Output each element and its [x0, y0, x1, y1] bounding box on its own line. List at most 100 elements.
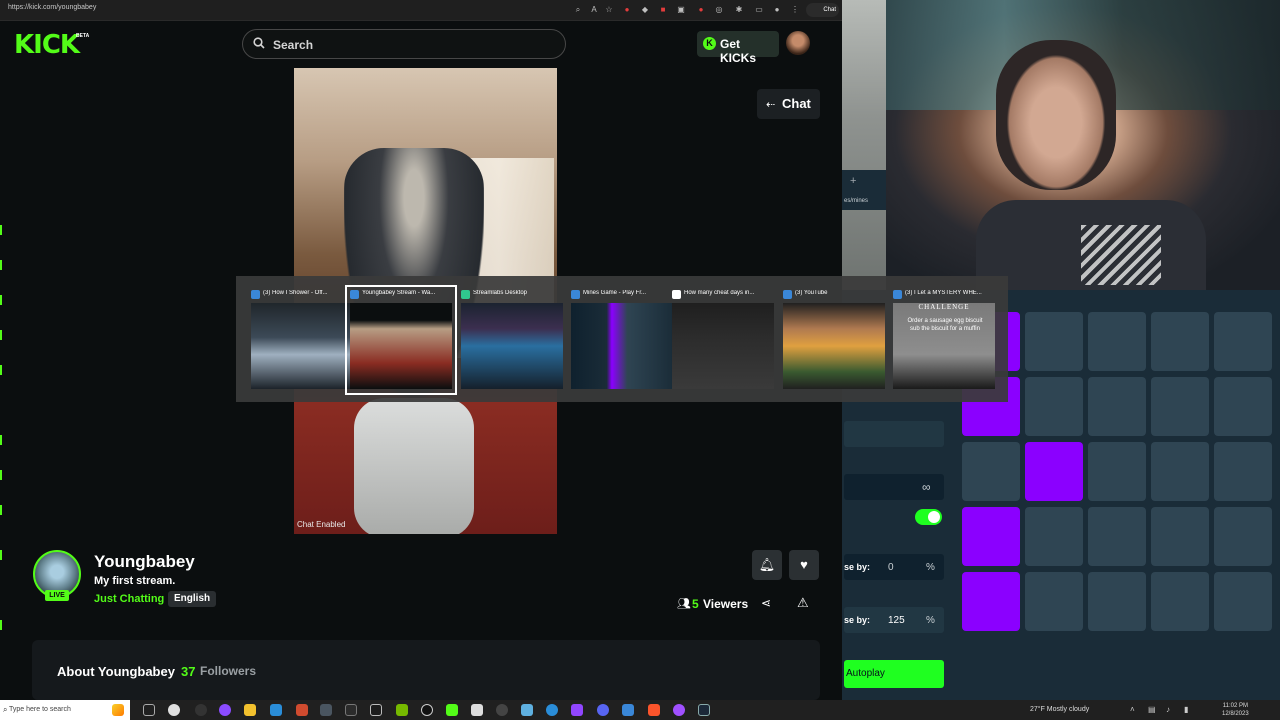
infinity-icon[interactable]: ∞	[922, 480, 931, 494]
app-icon[interactable]	[370, 704, 382, 716]
on-loss-field[interactable]: se by: 125 %	[844, 607, 944, 633]
followed-channel-indicator[interactable]	[0, 435, 2, 445]
notifications-button[interactable]: 🔔︎	[752, 550, 782, 580]
switcher-window-thumb[interactable]: Mines Game - Play Fr...	[568, 287, 676, 393]
followed-channel-indicator[interactable]	[0, 470, 2, 480]
mines-url-fragment[interactable]: es/mines	[844, 198, 868, 204]
nvidia-icon[interactable]	[396, 704, 408, 716]
file-explorer-icon[interactable]	[244, 704, 256, 716]
gem-tile[interactable]	[1025, 442, 1083, 501]
mines-tile[interactable]	[1088, 377, 1146, 436]
mines-tile[interactable]	[1025, 312, 1083, 371]
bet-amount-field[interactable]	[844, 421, 944, 447]
mines-tile[interactable]	[1088, 442, 1146, 501]
followed-channel-indicator[interactable]	[0, 620, 2, 630]
edge-icon[interactable]	[270, 704, 282, 716]
mines-tile[interactable]	[1214, 572, 1272, 631]
extensions-puzzle-icon[interactable]: ✱	[734, 5, 744, 15]
channel-name[interactable]: Youngbabey	[94, 552, 195, 572]
mines-tile[interactable]	[1151, 442, 1209, 501]
on-loss-value[interactable]: 125	[888, 615, 905, 626]
sidebar-icon[interactable]: ▭	[754, 5, 764, 15]
mines-tile[interactable]	[1151, 312, 1209, 371]
weather-widget[interactable]: 27°F Mostly cloudy	[1030, 706, 1089, 713]
followed-channel-indicator[interactable]	[0, 330, 2, 340]
taskbar-search[interactable]: ⌕ Type here to search	[0, 700, 130, 720]
get-kicks-button[interactable]: K Get KICKs	[697, 31, 779, 65]
brave-icon[interactable]	[648, 704, 660, 716]
translate-icon[interactable]: A	[589, 5, 599, 15]
address-bar[interactable]: https://kick.com/youngbabey ⌕ A ☆ ● ◆ ■ …	[0, 0, 842, 21]
followed-channel-indicator[interactable]	[0, 550, 2, 560]
app-icon[interactable]	[168, 704, 180, 716]
extension-icon[interactable]: ■	[658, 5, 668, 15]
app-icon[interactable]	[195, 704, 207, 716]
stop-on-profit-toggle[interactable]	[915, 509, 942, 525]
chrome-icon[interactable]	[546, 704, 558, 716]
mines-tile[interactable]	[1214, 377, 1272, 436]
autoplay-button[interactable]: Autoplay	[844, 660, 944, 688]
mines-tile[interactable]	[1151, 507, 1209, 566]
steam-icon[interactable]	[698, 704, 710, 716]
app-icon[interactable]	[345, 704, 357, 716]
mines-tile[interactable]	[1088, 507, 1146, 566]
app-icon[interactable]	[219, 704, 231, 716]
zoom-icon[interactable]: ⌕	[573, 5, 583, 15]
extension-icon[interactable]: ◆	[640, 5, 650, 15]
network-icon[interactable]: ▤	[1148, 705, 1156, 714]
app-icon[interactable]	[496, 704, 508, 716]
mines-tile[interactable]	[1151, 572, 1209, 631]
battery-icon[interactable]: ▮	[1184, 705, 1188, 714]
mines-tile[interactable]	[1151, 377, 1209, 436]
discord-icon[interactable]	[597, 704, 609, 716]
extension-icon[interactable]: ◎	[714, 5, 724, 15]
profile-icon[interactable]: ●	[772, 5, 782, 15]
app-icon[interactable]	[296, 704, 308, 716]
extension-icon[interactable]: ▣	[676, 5, 686, 15]
app-icon[interactable]	[521, 704, 533, 716]
mines-tile[interactable]	[1214, 312, 1272, 371]
bookmark-star-icon[interactable]: ☆	[604, 5, 614, 15]
extension-icon[interactable]: ●	[622, 5, 632, 15]
tray-chevron-icon[interactable]: ˄	[1130, 705, 1135, 714]
mines-tile[interactable]	[1025, 572, 1083, 631]
menu-icon[interactable]: ⋮	[790, 5, 800, 15]
switcher-window-thumb[interactable]: (3) How I Shower - Off...	[248, 287, 356, 393]
switcher-window-thumb[interactable]: (3) I Let a MYSTERY WHE... CHALLENGE Order…	[890, 287, 998, 393]
kick-icon[interactable]	[446, 704, 458, 716]
on-win-value[interactable]: 0	[888, 562, 894, 573]
obs-icon[interactable]	[421, 704, 433, 716]
report-warning-icon[interactable]: ⚠	[797, 595, 809, 611]
switcher-window-thumb[interactable]: Streamlabs Desktop	[458, 287, 566, 393]
bing-icon[interactable]	[112, 704, 124, 716]
chat-toggle-button[interactable]: ⇠ Chat	[757, 89, 820, 119]
followed-channel-indicator[interactable]	[0, 505, 2, 515]
url-text[interactable]: https://kick.com/youngbabey	[8, 4, 96, 11]
switcher-window-thumb[interactable]: Youngbabey Stream - Wa...	[345, 285, 457, 395]
followed-channel-indicator[interactable]	[0, 365, 2, 375]
new-tab-icon[interactable]: +	[850, 175, 856, 187]
mines-tile[interactable]	[962, 442, 1020, 501]
follow-button[interactable]: ♥	[789, 550, 819, 580]
mines-tile[interactable]	[1214, 442, 1272, 501]
switcher-window-thumb[interactable]: How many cheat days in...	[669, 287, 777, 393]
app-icon[interactable]	[673, 704, 685, 716]
app-icon[interactable]	[622, 704, 634, 716]
mines-tile[interactable]	[1025, 377, 1083, 436]
followed-channel-indicator[interactable]	[0, 225, 2, 235]
followed-channel-indicator[interactable]	[0, 295, 2, 305]
language-tag[interactable]: English	[168, 591, 217, 607]
copilot-chat-button[interactable]: Chat	[806, 3, 839, 17]
mines-tile[interactable]	[1088, 572, 1146, 631]
twitch-icon[interactable]	[571, 704, 583, 716]
user-avatar[interactable]	[786, 31, 810, 55]
kick-logo[interactable]: KICK	[14, 30, 80, 60]
on-win-field[interactable]: se by: 0 %	[844, 554, 944, 580]
mines-tile[interactable]	[1025, 507, 1083, 566]
mines-tile[interactable]	[1214, 507, 1272, 566]
extension-icon[interactable]: ●	[696, 5, 706, 15]
switcher-window-thumb[interactable]: (3) YouTube	[780, 287, 888, 393]
task-view-icon[interactable]	[143, 704, 155, 716]
followed-channel-indicator[interactable]	[0, 260, 2, 270]
search-input[interactable]: Search	[242, 29, 566, 59]
